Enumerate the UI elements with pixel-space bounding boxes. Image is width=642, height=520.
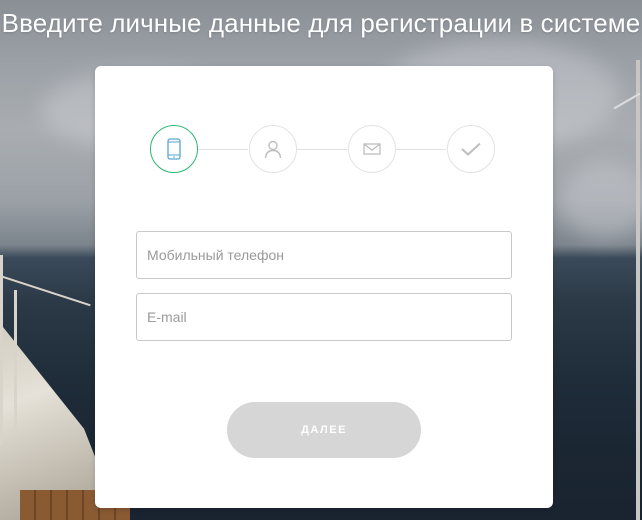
step-connector — [396, 149, 446, 150]
boat-rail — [14, 290, 17, 430]
phone-input[interactable] — [136, 231, 512, 279]
user-icon — [264, 140, 282, 159]
checkmark-icon — [461, 142, 481, 156]
page-title: Введите личные данные для регистрации в … — [1, 8, 641, 38]
next-button[interactable]: ДАЛЕЕ — [227, 402, 421, 458]
cloud — [560, 160, 642, 240]
step-personal — [249, 125, 297, 173]
step-indicator — [150, 125, 500, 175]
mast — [636, 60, 640, 520]
step-email — [348, 125, 396, 173]
step-connector — [198, 149, 248, 150]
step-connector — [297, 149, 347, 150]
step-confirm — [447, 125, 495, 173]
step-phone — [150, 125, 198, 173]
boat-rail — [0, 255, 3, 445]
email-input[interactable] — [136, 293, 512, 341]
envelope-icon — [363, 143, 381, 155]
phone-icon — [167, 138, 181, 160]
registration-card: ДАЛЕЕ — [95, 66, 553, 508]
